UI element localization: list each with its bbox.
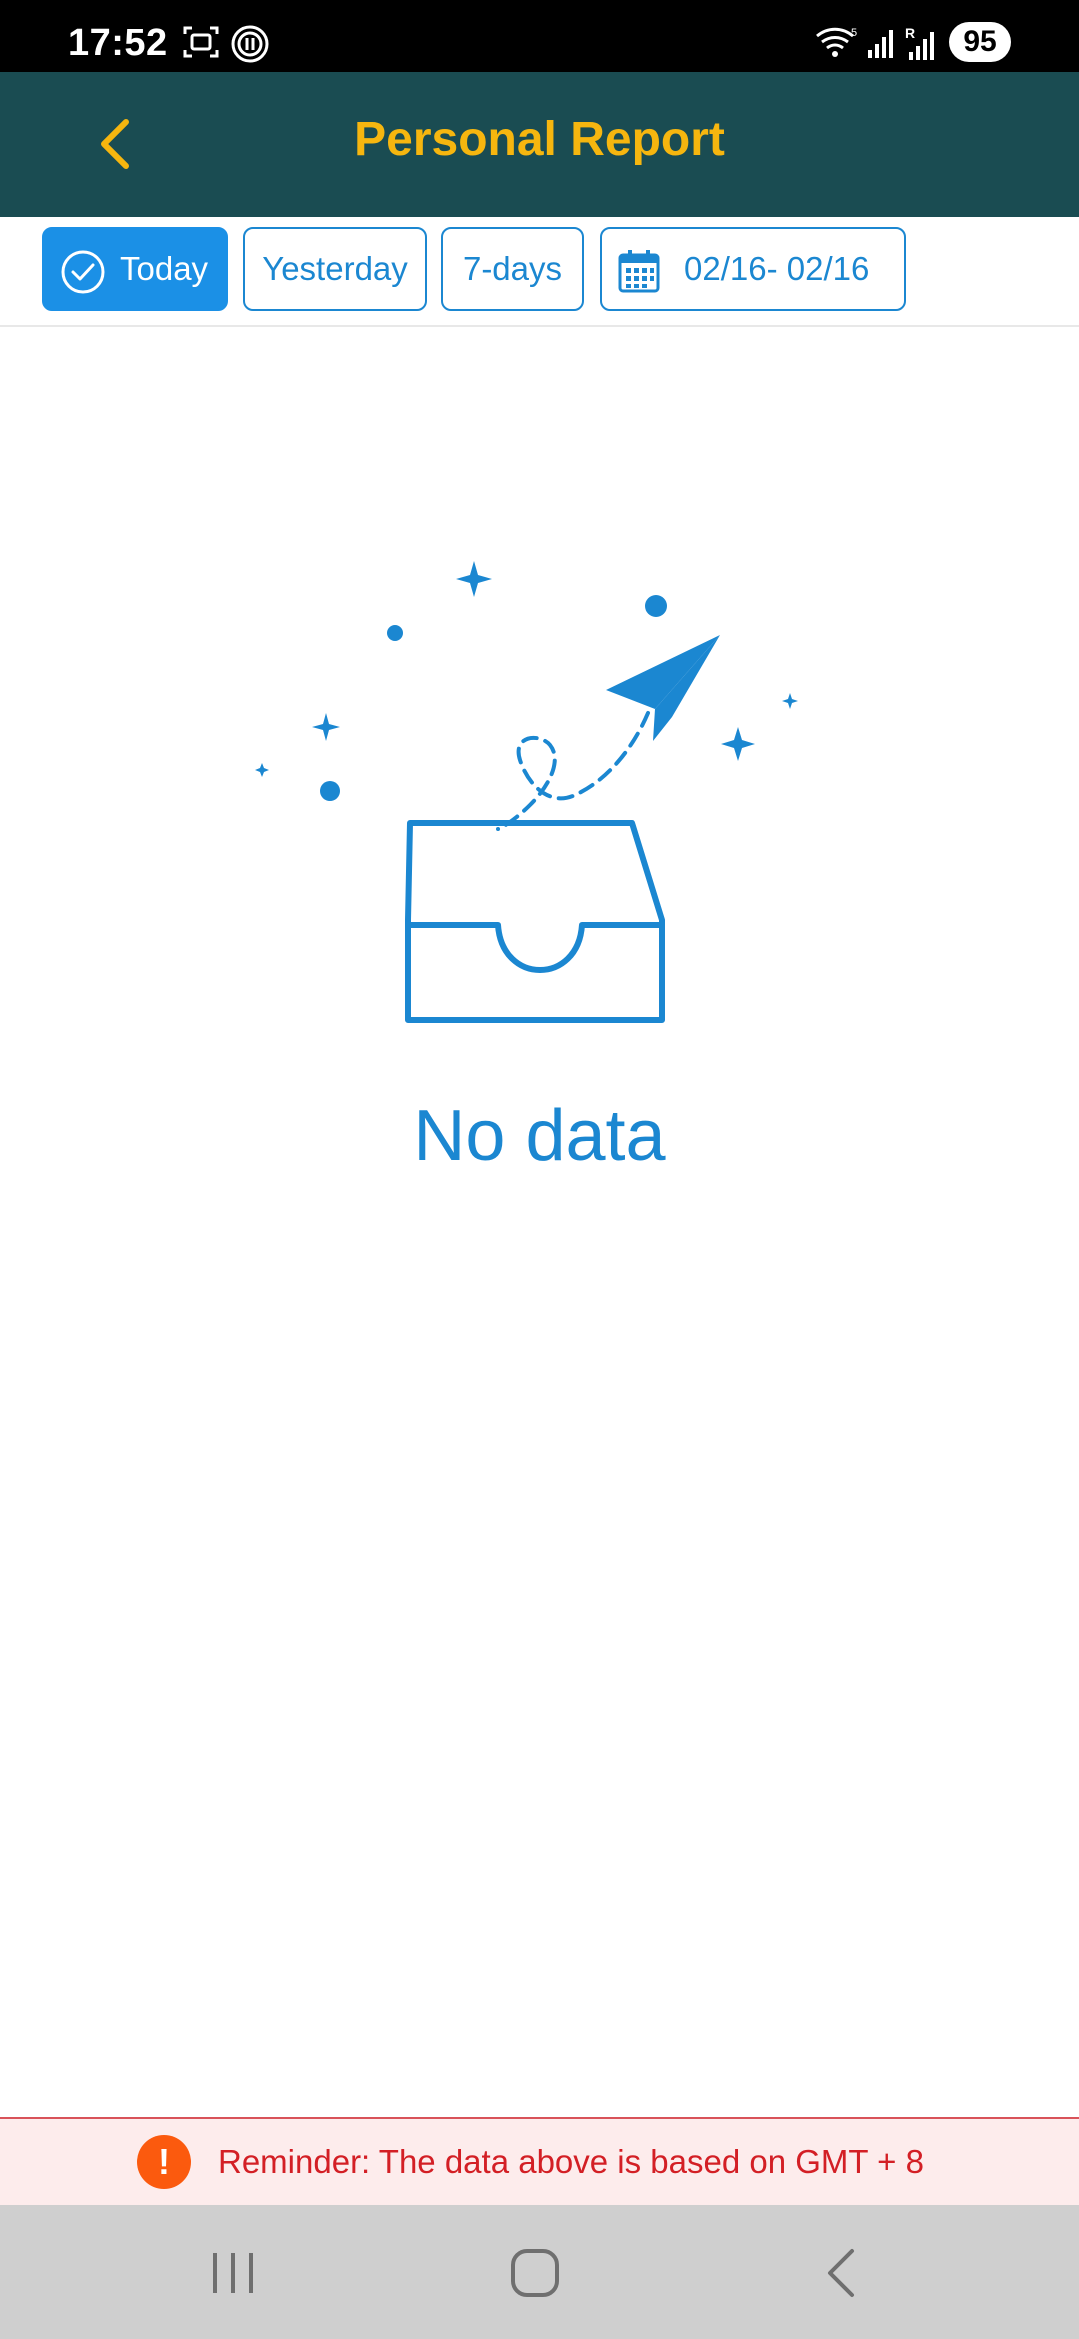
alert-icon: ! [137, 2135, 191, 2189]
calendar-icon [618, 250, 660, 293]
empty-state-message: No data [413, 1096, 666, 1176]
signal-icon [868, 30, 893, 58]
filter-today-button[interactable]: Today [42, 227, 228, 311]
battery-indicator: 95 [949, 22, 1011, 62]
screenshot-icon [183, 26, 219, 58]
reminder-text: Reminder: The data above is based on GMT… [218, 2143, 924, 2180]
filter-yesterday-label: Yesterday [262, 250, 408, 287]
system-nav-bar [0, 2205, 1079, 2339]
date-filter-bar: Today Yesterday 7-days 02/16- 02/16 [0, 217, 1079, 327]
page-title: Personal Report [354, 113, 725, 166]
back-icon[interactable] [812, 2245, 872, 2301]
date-range-picker[interactable]: 02/16- 02/16 [600, 227, 906, 311]
check-circle-icon [61, 250, 105, 294]
empty-inbox-illustration [255, 561, 798, 1023]
filter-7days-label: 7-days [462, 250, 563, 287]
sync-icon [231, 25, 269, 63]
app-header: Personal Report [0, 72, 1079, 217]
svg-text:R: R [905, 25, 915, 41]
filter-yesterday-button[interactable]: Yesterday [243, 227, 427, 311]
wifi-icon: 5 [816, 27, 857, 57]
timezone-reminder: ! Reminder: The data above is based on G… [0, 2117, 1079, 2205]
filter-7days-button[interactable]: 7-days [441, 227, 584, 311]
status-time: 17:52 [68, 22, 168, 64]
filter-today-label: Today [120, 250, 209, 287]
date-range-label: 02/16- 02/16 [684, 250, 870, 287]
recent-apps-icon[interactable] [203, 2245, 263, 2301]
signal-roaming-icon: R [905, 25, 934, 60]
status-bar: 17:52 5 R 95 [0, 0, 1079, 72]
svg-text:5: 5 [851, 27, 857, 39]
home-icon[interactable] [505, 2245, 565, 2301]
